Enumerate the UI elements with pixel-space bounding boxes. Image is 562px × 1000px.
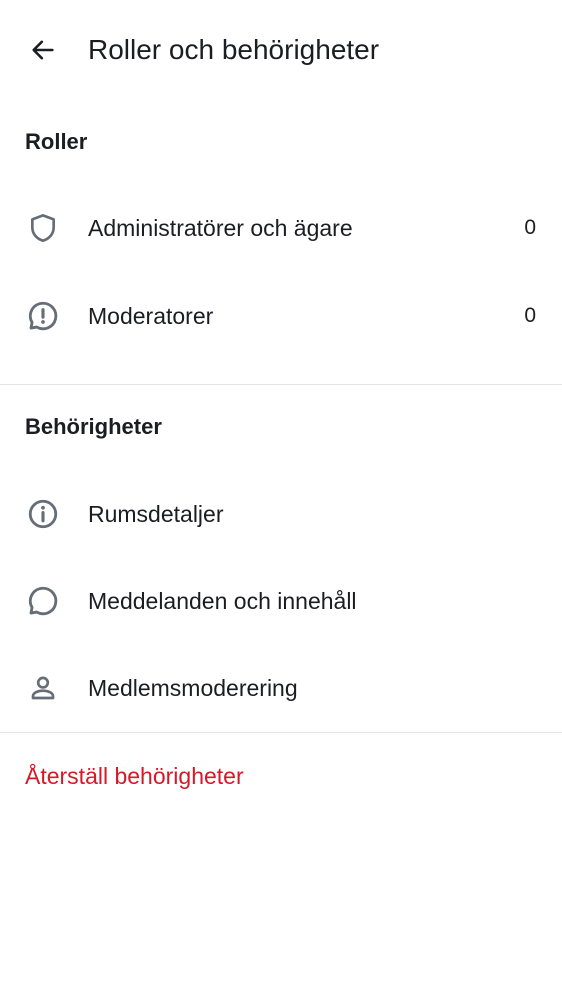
role-label-admins-owners: Administratörer och ägare — [88, 215, 353, 241]
role-row-admins-owners[interactable]: Administratörer och ägare 0 — [0, 185, 562, 271]
arrow-left-icon — [29, 36, 57, 64]
page-title: Roller och behörigheter — [88, 34, 380, 65]
section-divider — [0, 384, 562, 385]
role-count-admins-owners: 0 — [524, 216, 536, 239]
chat-alert-icon — [25, 298, 61, 334]
shield-icon — [25, 210, 61, 246]
role-label-moderators: Moderatorer — [88, 303, 214, 329]
section-divider — [0, 732, 562, 733]
permission-row-member-moderation[interactable]: Medlemsmoderering — [0, 645, 562, 731]
reset-permissions-button[interactable]: Återställ behörigheter — [25, 760, 244, 792]
chat-bubble-icon — [25, 583, 61, 619]
top-app-bar: Roller och behörigheter — [0, 0, 562, 100]
permission-label-messages-content: Meddelanden och innehåll — [88, 588, 357, 614]
info-icon — [25, 496, 61, 532]
permission-label-member-moderation: Medlemsmoderering — [88, 675, 298, 701]
back-button[interactable] — [20, 27, 66, 73]
person-icon — [25, 670, 61, 706]
permission-row-messages-content[interactable]: Meddelanden och innehåll — [0, 558, 562, 644]
permissions-section-header: Behörigheter — [25, 414, 162, 439]
permission-row-room-details[interactable]: Rumsdetaljer — [0, 471, 562, 557]
role-count-moderators: 0 — [524, 304, 536, 327]
role-row-moderators[interactable]: Moderatorer 0 — [0, 273, 562, 359]
roles-section-header: Roller — [25, 129, 88, 154]
roles-permissions-screen: Roller och behörigheter Roller Administr… — [0, 0, 562, 1000]
permission-label-room-details: Rumsdetaljer — [88, 501, 224, 527]
